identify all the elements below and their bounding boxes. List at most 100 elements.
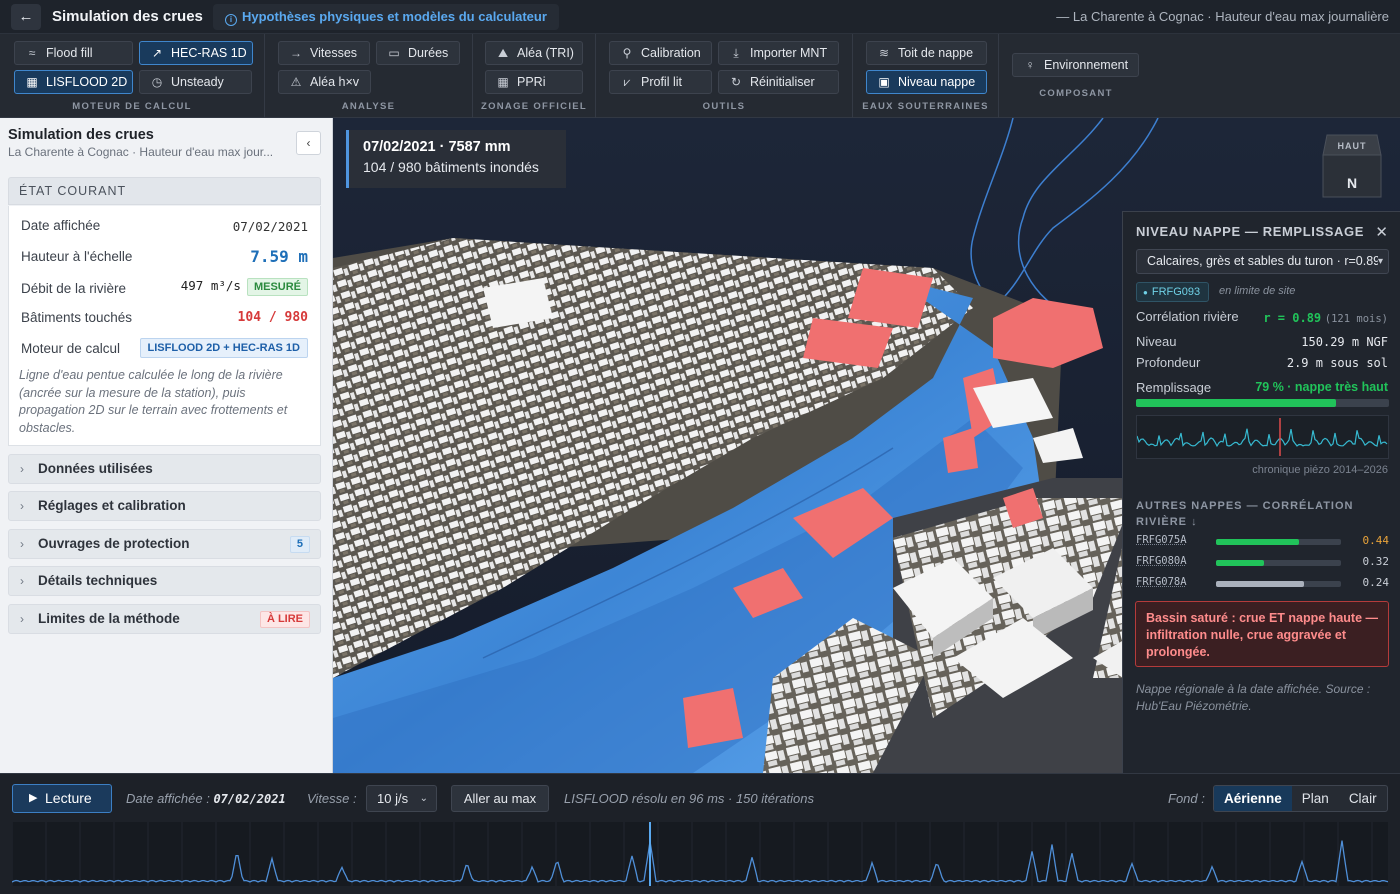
timeline-scrubber[interactable] <box>11 822 1389 886</box>
chevron-right-icon: › <box>20 499 24 513</box>
trend-icon: ↗ <box>151 46 163 60</box>
compass-north-label: N <box>1347 175 1357 191</box>
fond-aerienne-button[interactable]: Aérienne <box>1214 786 1292 811</box>
row-profondeur: Profondeur 2.9 m sous sol <box>1136 355 1388 370</box>
corr-months: (121 mois) <box>1324 313 1388 325</box>
speed-label: Vitesse : <box>307 791 357 806</box>
left-panel: Simulation des crues La Charente à Cogna… <box>0 118 333 773</box>
fill-progress-bar <box>1136 399 1336 407</box>
date-display: Date affichée : 07/02/2021 <box>126 791 286 806</box>
lisflood-2d-button[interactable]: ▦ LISFLOOD 2D <box>14 70 133 94</box>
etat-courant-body: Date affichée 07/02/2021 Hauteur à l'éch… <box>8 206 321 446</box>
sparkline-path <box>1136 428 1388 448</box>
goto-max-button[interactable]: Aller au max <box>451 785 549 812</box>
fond-label: Fond : <box>1168 791 1205 806</box>
durees-button[interactable]: ▭ Durées <box>376 41 460 65</box>
map-buildings-label: 104 / 980 bâtiments inondés <box>363 159 539 175</box>
other-aquifer-row[interactable]: FRFG078A 0.24 <box>1136 576 1389 592</box>
a-lire-badge: À LIRE <box>259 611 310 628</box>
row-correlation: Corrélation rivière r = 0.89 (121 mois) <box>1136 309 1388 325</box>
batiments-value: 104 / 980 <box>237 310 308 325</box>
waves-icon: ≈ <box>28 46 36 60</box>
mesure-badge: MESURÉ <box>246 278 308 296</box>
warning-icon: ⚠ <box>290 75 302 89</box>
solver-info: LISFLOOD résolu en 96 ms · 150 itération… <box>564 791 815 806</box>
app-title: Simulation des crues <box>52 8 203 25</box>
section-reglages[interactable]: › Réglages et calibration <box>8 491 321 521</box>
sparkline-chart <box>1136 418 1388 456</box>
count-badge: 5 <box>289 536 310 553</box>
row-date: Date affichée 07/02/2021 <box>21 218 308 234</box>
piezo-sparkline <box>1136 415 1389 459</box>
collapse-panel-button[interactable]: ‹ <box>296 131 321 155</box>
niveau-value: 150.29 m NGF <box>1301 335 1388 349</box>
vitesses-button[interactable]: → Vitesses <box>278 41 370 65</box>
mountain-icon: ⛰ <box>497 46 509 60</box>
importer-mnt-button[interactable]: ⤓ Importer MNT <box>718 41 839 65</box>
niveau-nappe-button[interactable]: ▣ Niveau nappe <box>866 70 987 94</box>
fond-plan-button[interactable]: Plan <box>1292 786 1339 811</box>
pin-icon: ⚲ <box>622 46 632 60</box>
hypotheses-label: Hypothèses physiques et modèles du calcu… <box>242 9 547 24</box>
ppri-button[interactable]: ▦ PPRi <box>485 70 583 94</box>
moteur-badge: LISFLOOD 2D + HEC-RAS 1D <box>139 338 308 358</box>
timeline-hydrograph <box>11 822 1389 886</box>
clock-icon: ◷ <box>151 75 163 89</box>
reinitialiser-button[interactable]: ↻ Réinitialiser <box>718 70 839 94</box>
flood-fill-button[interactable]: ≈ Flood fill <box>14 41 133 65</box>
group-label: OUTILS <box>702 101 746 112</box>
arrow-left-icon: ← <box>18 8 34 25</box>
chevron-right-icon: › <box>20 537 24 551</box>
other-aquifer-row[interactable]: FRFG080A 0.32 <box>1136 555 1389 571</box>
reset-icon: ↻ <box>730 75 742 89</box>
hec-ras-1d-button[interactable]: ↗ HEC-RAS 1D <box>139 41 253 65</box>
arrow-right-icon: → <box>290 46 302 60</box>
debit-value: 497 m³/s <box>180 278 241 293</box>
close-icon[interactable]: ✕ <box>1375 223 1388 241</box>
saturation-alert: Bassin saturé : crue ET nappe haute — in… <box>1135 601 1389 667</box>
group-label: ZONAGE OFFICIEL <box>480 101 588 112</box>
grid-icon: ▦ <box>26 75 38 89</box>
group-moteur: ≈ Flood fill ↗ HEC-RAS 1D ▦ LISFLOOD 2D ◷ Un… <box>0 34 265 118</box>
profil-lit-button[interactable]: ⩗ Profil lit <box>609 70 712 94</box>
aquifer-select[interactable]: Calcaires, grès et sables du turon · r=0… <box>1136 249 1389 274</box>
gauge-icon: ▣ <box>878 75 890 89</box>
etat-courant-header: ÉTAT COURANT <box>8 177 321 205</box>
environnement-button[interactable]: ♀ Environnement <box>1012 53 1139 77</box>
others-title: AUTRES NAPPES — CORRÉLATION RIVIÈRE ↓ <box>1136 500 1354 528</box>
nappe-panel-title: NIVEAU NAPPE — REMPLISSAGE <box>1136 224 1364 239</box>
compass-widget[interactable]: HAUT N <box>1321 131 1383 199</box>
fond-clair-button[interactable]: Clair <box>1339 786 1387 811</box>
aquifer-code-badge: ● FRFG093 <box>1136 282 1210 302</box>
hypotheses-button[interactable]: i Hypothèses physiques et modèles du calc… <box>213 4 559 30</box>
limit-note: en limite de site <box>1219 285 1296 297</box>
chevron-left-icon: ‹ <box>306 136 311 150</box>
section-ouvrages[interactable]: › Ouvrages de protection 5 <box>8 529 321 559</box>
calibration-button[interactable]: ⚲ Calibration <box>609 41 712 65</box>
chevron-right-icon: › <box>20 574 24 588</box>
play-button[interactable]: ▶ Lecture <box>12 784 112 813</box>
other-aquifer-row[interactable]: FRFG075A 0.44 <box>1136 534 1389 550</box>
hauteur-value: 7.59 m <box>250 247 308 266</box>
grid-icon: ▦ <box>497 75 509 89</box>
compass-cube: HAUT N <box>1322 134 1382 198</box>
row-hauteur: Hauteur à l'échelle 7.59 m <box>21 247 308 266</box>
section-limites[interactable]: › Limites de la méthode À LIRE <box>8 604 321 634</box>
section-details[interactable]: › Détails techniques <box>8 566 321 596</box>
alea-hxv-button[interactable]: ⚠ Aléa h×v <box>278 70 371 94</box>
row-debit: Débit de la rivière 497 m³/s MESURÉ <box>21 278 308 296</box>
map-date-label: 07/02/2021 · 7587 mm <box>363 139 511 155</box>
toit-de-nappe-button[interactable]: ≋ Toit de nappe <box>866 41 987 65</box>
alea-tri-button[interactable]: ⛰ Aléa (TRI) <box>485 41 583 65</box>
group-label: EAUX SOUTERRAINES <box>862 101 989 112</box>
row-remplissage: Remplissage 79 % · nappe très haut <box>1136 380 1388 395</box>
correlation-bar <box>1216 539 1299 545</box>
unsteady-button[interactable]: ◷ Unsteady <box>139 70 252 94</box>
section-donnees[interactable]: › Données utilisées <box>8 454 321 484</box>
nappe-panel: NIVEAU NAPPE — REMPLISSAGE ✕ Calcaires, … <box>1122 211 1400 773</box>
chevron-down-icon: ▾ <box>1377 250 1383 273</box>
bulb-icon: ♀ <box>1025 58 1035 72</box>
corr-value: r = 0.89 <box>1263 311 1322 325</box>
back-button[interactable]: ← <box>11 4 41 30</box>
speed-select[interactable]: 10 j/s ⌄ <box>366 785 437 812</box>
